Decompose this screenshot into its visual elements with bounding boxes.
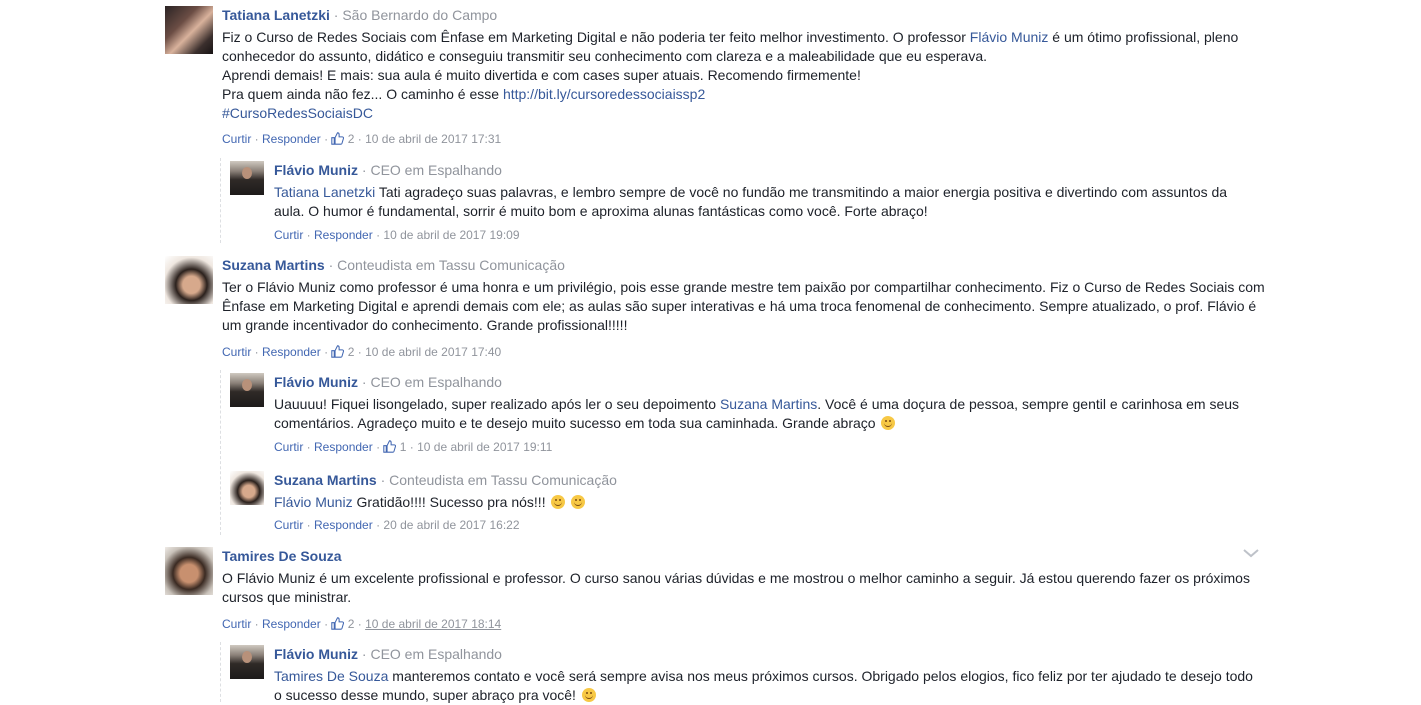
avatar[interactable]	[230, 161, 264, 195]
separator: ·	[328, 257, 338, 273]
avatar[interactable]	[165, 547, 213, 595]
thread-line	[220, 370, 222, 535]
separator: ·	[354, 617, 366, 631]
text-part: Fiz o Curso de Redes Sociais com Ênfase …	[222, 29, 970, 45]
text-part: Pra quem ainda não fez... O caminho é es…	[222, 86, 503, 102]
separator: ·	[251, 132, 263, 146]
smiley-emoji	[571, 495, 586, 509]
mention-link[interactable]: Tatiana Lanetzki	[274, 184, 375, 200]
comment-text: Tatiana Lanetzki Tati agradeço suas pala…	[274, 183, 1260, 221]
separator: ·	[354, 132, 366, 146]
separator: ·	[303, 518, 315, 532]
timestamp[interactable]: 20 de abril de 2017 16:22	[383, 518, 519, 532]
separator: ·	[372, 440, 384, 454]
avatar[interactable]	[230, 373, 264, 407]
comment-actions: Curtir · Responder · 2 · 10 de abril de …	[222, 344, 1265, 360]
like-button[interactable]: Curtir	[222, 132, 251, 146]
comment-text: Ter o Flávio Muniz como professor é uma …	[222, 279, 1265, 333]
author-name[interactable]: Flávio Muniz	[274, 646, 358, 662]
comment-text: Flávio Muniz Gratidão!!!! Sucesso pra nó…	[274, 493, 1260, 512]
mention-link[interactable]: Tamires De Souza	[274, 668, 388, 684]
thumbs-up-icon	[331, 132, 345, 145]
comment-text: Fiz o Curso de Redes Sociais com Ênfase …	[222, 28, 1265, 123]
author-name[interactable]: Suzana Martins	[274, 472, 377, 488]
avatar[interactable]	[165, 6, 213, 54]
reply-button[interactable]: Responder	[262, 345, 321, 359]
comment-text: Uauuuu! Fiquei lisongelado, super realiz…	[274, 395, 1260, 433]
author-name[interactable]: Tamires De Souza	[222, 548, 342, 564]
author-name[interactable]: Flávio Muniz	[274, 374, 358, 390]
separator: ·	[372, 228, 384, 242]
smiley-emoji	[881, 416, 896, 430]
reply-button[interactable]: Responder	[314, 228, 373, 242]
author-subtitle: CEO em Espalhando	[370, 374, 502, 390]
thread-line	[220, 158, 222, 243]
separator: ·	[251, 617, 263, 631]
separator: ·	[320, 132, 332, 146]
reply-button[interactable]: Responder	[314, 518, 373, 532]
mention-link[interactable]: Flávio Muniz	[970, 29, 1049, 45]
author-name[interactable]: Tatiana Lanetzki	[222, 7, 330, 23]
mention-link[interactable]: Flávio Muniz	[274, 494, 353, 510]
avatar[interactable]	[230, 645, 264, 679]
avatar[interactable]	[230, 471, 264, 505]
like-button[interactable]: Curtir	[274, 228, 303, 242]
separator: ·	[320, 345, 332, 359]
smiley-emoji	[551, 495, 566, 509]
text-part: Aprendi demais! E mais: sua aula é muito…	[222, 67, 861, 83]
separator: ·	[354, 345, 366, 359]
text-part: Gratidão!!!! Sucesso pra nós!!!	[352, 494, 546, 510]
url-link[interactable]: http://bit.ly/cursoredessociaissp2	[503, 86, 705, 102]
separator: ·	[303, 440, 315, 454]
like-button[interactable]: Curtir	[222, 617, 251, 631]
author-subtitle: Conteudista em Tassu Comunicação	[389, 472, 617, 488]
chevron-down-icon[interactable]	[1241, 545, 1261, 561]
separator: ·	[303, 228, 315, 242]
timestamp[interactable]: 10 de abril de 2017 19:11	[417, 440, 552, 454]
comment-actions: Curtir · Responder · 2 · 10 de abril de …	[222, 131, 1265, 147]
separator: ·	[406, 440, 418, 454]
text-part: manteremos contato e você será sempre av…	[274, 668, 1253, 703]
avatar[interactable]	[165, 256, 213, 304]
separator: ·	[320, 617, 332, 631]
like-button[interactable]: Curtir	[274, 440, 303, 454]
mention-link[interactable]: Suzana Martins	[720, 396, 817, 412]
author-subtitle: CEO em Espalhando	[370, 646, 502, 662]
separator: ·	[372, 518, 384, 532]
thumbs-up-icon	[331, 345, 345, 358]
separator: ·	[251, 345, 263, 359]
comment-actions: Curtir · Responder · 2 · 10 de abril de …	[222, 616, 1265, 632]
timestamp[interactable]: 10 de abril de 2017 19:09	[383, 228, 519, 242]
comment-text: Tamires De Souza manteremos contato e vo…	[274, 667, 1260, 705]
reply-button[interactable]: Responder	[262, 132, 321, 146]
author-name[interactable]: Suzana Martins	[222, 257, 325, 273]
thread-line	[220, 642, 222, 702]
thumbs-up-icon	[383, 440, 397, 453]
comment-text: O Flávio Muniz é um excelente profission…	[222, 570, 1250, 605]
timestamp[interactable]: 10 de abril de 2017 17:31	[365, 132, 501, 146]
timestamp[interactable]: 10 de abril de 2017 18:14	[365, 617, 501, 631]
author-subtitle: Conteudista em Tassu Comunicação	[337, 257, 565, 273]
comment-actions: Curtir · Responder · 20 de abril de 2017…	[274, 517, 1260, 533]
reply-button[interactable]: Responder	[314, 440, 373, 454]
like-button[interactable]: Curtir	[274, 518, 303, 532]
smiley-emoji	[581, 688, 596, 702]
author-subtitle: São Bernardo do Campo	[342, 7, 498, 23]
comment-actions: Curtir · Responder · 1 · 10 de abril de …	[274, 439, 1260, 455]
timestamp[interactable]: 10 de abril de 2017 17:40	[365, 345, 501, 359]
author-subtitle: CEO em Espalhando	[370, 162, 502, 178]
text-part: Tati agradeço suas palavras, e lembro se…	[274, 184, 1228, 219]
separator: ·	[380, 472, 390, 488]
hashtag-link[interactable]: #CursoRedesSociaisDC	[222, 105, 373, 121]
author-name[interactable]: Flávio Muniz	[274, 162, 358, 178]
comment-actions: Curtir · Responder · 10 de abril de 2017…	[274, 227, 1260, 243]
text-part: Uauuuu! Fiquei lisongelado, super realiz…	[274, 396, 720, 412]
reply-button[interactable]: Responder	[262, 617, 321, 631]
thumbs-up-icon	[331, 617, 345, 630]
like-button[interactable]: Curtir	[222, 345, 251, 359]
